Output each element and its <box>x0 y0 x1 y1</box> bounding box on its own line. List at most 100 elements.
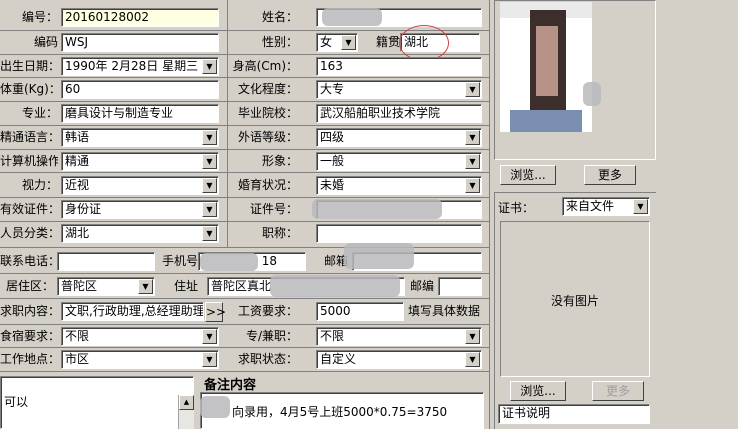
photo-face <box>536 26 558 96</box>
idno-label: 证件号： <box>249 202 298 216</box>
foreign-select[interactable]: 四级 ▼ <box>316 128 482 147</box>
photo[interactable] <box>500 2 592 132</box>
lodging-label: 食宿要求： <box>0 329 58 343</box>
fulltime-value: 不限 <box>320 329 345 343</box>
chevron-down-icon[interactable]: ▼ <box>202 352 217 367</box>
chevron-down-icon[interactable]: ▼ <box>633 199 648 214</box>
category-label: 人员分类： <box>0 226 58 240</box>
status-select[interactable]: 自定义 ▼ <box>316 350 482 369</box>
photo-browse-button[interactable]: 浏览... <box>500 165 556 185</box>
appearance-label: 形象： <box>261 154 298 168</box>
cert-label: 证书： <box>498 201 535 215</box>
marital-select[interactable]: 未婚 ▼ <box>316 176 482 195</box>
chevron-down-icon[interactable]: ▼ <box>202 130 217 145</box>
title-field[interactable] <box>316 224 482 243</box>
job-more-button[interactable]: >> <box>205 302 226 322</box>
photo-shirt <box>510 110 582 132</box>
chevron-down-icon[interactable]: ▼ <box>465 130 480 145</box>
name-label: 姓名： <box>261 10 298 24</box>
chevron-down-icon[interactable]: ▼ <box>465 329 480 344</box>
no-field[interactable]: 20160128002 <box>61 8 219 27</box>
cert-browse-button[interactable]: 浏览... <box>510 381 566 401</box>
computer-select[interactable]: 精通 ▼ <box>61 152 219 171</box>
annotation-circle <box>399 25 449 61</box>
code-field[interactable]: WSJ <box>61 33 219 52</box>
photo-more-button[interactable]: 更多 <box>584 165 636 185</box>
major-field[interactable]: 磨具设计与制造专业 <box>61 104 219 123</box>
left-note-area[interactable]: 可以 <box>0 376 194 429</box>
edu-value: 大专 <box>320 82 345 96</box>
height-label: 身高(Cm)： <box>232 59 298 73</box>
school-field[interactable]: 武汉船舶职业技术学院 <box>316 104 482 123</box>
job-label: 求职内容： <box>0 304 58 318</box>
workplace-value: 市区 <box>65 352 90 366</box>
chevron-down-icon[interactable]: ▼ <box>465 154 480 169</box>
category-select[interactable]: 湖北 ▼ <box>61 224 219 243</box>
appearance-select[interactable]: 一般 ▼ <box>316 152 482 171</box>
chevron-down-icon[interactable]: ▼ <box>202 178 217 193</box>
cert-image-panel[interactable]: 没有图片 <box>500 221 650 377</box>
chevron-down-icon[interactable]: ▼ <box>138 279 153 294</box>
area-value: 普陀区 <box>61 279 98 293</box>
chevron-down-icon[interactable]: ▼ <box>341 35 356 50</box>
scroll-up-button[interactable]: ▲ <box>179 395 194 410</box>
weight-field[interactable]: 60 <box>61 80 219 99</box>
chevron-down-icon[interactable]: ▼ <box>202 329 217 344</box>
photo-redaction <box>583 82 601 106</box>
left-note-scrollbar[interactable]: ▲ <box>178 395 194 429</box>
left-note-value: 可以 <box>4 395 29 409</box>
computer-label: 计算机操作： <box>0 154 58 168</box>
id-type-select[interactable]: 身份证 ▼ <box>61 200 219 219</box>
gender-value: 女 <box>320 35 333 49</box>
cert-more-button: 更多 <box>592 381 644 401</box>
status-label: 求职状态： <box>237 352 298 366</box>
birth-label: 出生日期： <box>0 59 58 73</box>
chevron-down-icon[interactable]: ▼ <box>202 226 217 241</box>
chevron-down-icon[interactable]: ▼ <box>202 59 217 74</box>
cert-source-select[interactable]: 来自文件 ▼ <box>562 197 650 216</box>
vision-value: 近视 <box>65 178 90 192</box>
vision-label: 视力： <box>21 178 58 192</box>
status-value: 自定义 <box>320 352 357 366</box>
chevron-down-icon[interactable]: ▼ <box>202 202 217 217</box>
edu-select[interactable]: 大专 ▼ <box>316 80 482 99</box>
title-label: 职称： <box>261 226 298 240</box>
address-label: 住址 <box>173 279 198 293</box>
mobile-value: 18 <box>261 254 277 268</box>
email-redaction <box>344 243 414 269</box>
phone-field[interactable] <box>57 252 155 271</box>
postcode-field[interactable] <box>438 277 482 296</box>
remark-value: 向录用，4月5号上班5000*0.75=3750 <box>232 405 448 419</box>
gender-select[interactable]: 女 ▼ <box>316 33 358 52</box>
remark-area[interactable]: 向录用，4月5号上班5000*0.75=3750 <box>200 392 484 429</box>
id-type-value: 身份证 <box>65 202 102 216</box>
chevron-down-icon[interactable]: ▼ <box>202 154 217 169</box>
vision-select[interactable]: 近视 ▼ <box>61 176 219 195</box>
workplace-select[interactable]: 市区 ▼ <box>61 350 219 369</box>
cert-empty-text: 没有图片 <box>550 294 599 308</box>
address-redaction <box>270 275 400 297</box>
lang-select[interactable]: 韩语 ▼ <box>61 128 219 147</box>
idno-redaction <box>312 199 442 219</box>
chevron-down-icon[interactable]: ▼ <box>465 178 480 193</box>
birth-date-picker[interactable]: 1990年 2月28日 星期三 ▼ <box>61 57 219 76</box>
chevron-down-icon[interactable]: ▼ <box>465 352 480 367</box>
lang-label: 精通语言： <box>0 130 58 144</box>
chevron-down-icon[interactable]: ▼ <box>465 82 480 97</box>
job-field[interactable]: 文职,行政助理,总经理助理 <box>61 302 204 321</box>
area-select[interactable]: 普陀区 ▼ <box>57 277 155 296</box>
foreign-label: 外语等级： <box>237 130 298 144</box>
fulltime-select[interactable]: 不限 ▼ <box>316 327 482 346</box>
salary-hint: 填写具体数据 <box>408 304 481 318</box>
salary-field[interactable]: 5000 <box>316 302 404 321</box>
id-type-label: 有效证件： <box>0 202 58 216</box>
no-label: 编号： <box>21 10 58 24</box>
weight-label: 体重(Kg)： <box>0 82 58 96</box>
height-field[interactable]: 163 <box>316 57 482 76</box>
cert-source-value: 来自文件 <box>566 199 615 213</box>
cert-desc-field[interactable]: 证书说明 <box>498 404 650 424</box>
marital-label: 婚育状况： <box>237 178 298 192</box>
name-redaction <box>322 8 382 26</box>
lodging-select[interactable]: 不限 ▼ <box>61 327 219 346</box>
mobile-label: 手机号 <box>161 254 198 268</box>
